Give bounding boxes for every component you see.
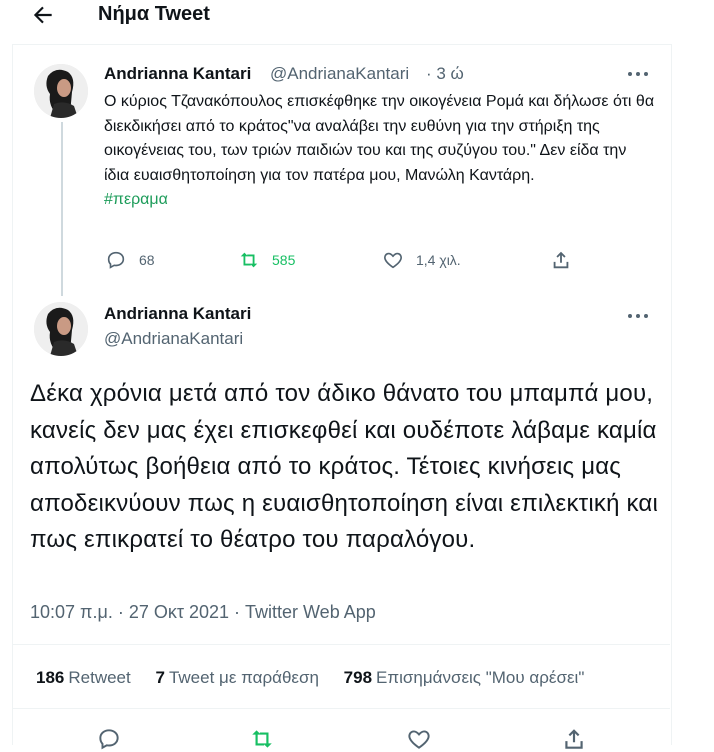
retweet-count: 585 (272, 252, 296, 268)
tweet-timestamp[interactable]: 10:07 π.μ. · 27 Οκτ 2021 · Twitter Web A… (30, 602, 376, 623)
author-name[interactable]: Andrianna Kantari (104, 64, 251, 84)
reply-count: 68 (139, 252, 155, 268)
quotes-count: 7 (155, 668, 165, 687)
divider (12, 644, 670, 645)
more-icon[interactable] (628, 312, 652, 320)
author-name[interactable]: Andrianna Kantari (104, 304, 251, 324)
likes-stat[interactable]: 798 Επισημάνσεις "Μου αρέσει" (344, 668, 585, 688)
page-title: Νήμα Tweet (98, 3, 210, 25)
like-icon[interactable] (406, 726, 432, 752)
quotes-stat[interactable]: 7 Tweet με παράθεση (155, 668, 318, 688)
like-count: 1,4 χιλ. (416, 252, 461, 268)
author-handle[interactable]: @AndrianaKantari (270, 64, 409, 84)
retweets-count: 186 (36, 668, 65, 687)
retweet-icon (240, 252, 258, 268)
share-button[interactable] (550, 249, 572, 271)
hashtag-link[interactable]: #περαμα (104, 188, 656, 213)
back-arrow-icon[interactable] (30, 2, 56, 28)
reply-icon[interactable] (96, 726, 122, 752)
share-icon[interactable] (561, 726, 587, 752)
more-icon[interactable] (628, 70, 652, 78)
quotes-label: Tweet με παράθεση (168, 668, 319, 687)
likes-count: 798 (343, 668, 373, 687)
avatar-photo (34, 64, 88, 118)
retweets-label: Retweet (68, 668, 131, 687)
like-button[interactable]: 1,4 χιλ. (382, 249, 461, 271)
author-handle[interactable]: @AndrianaKantari (104, 329, 243, 349)
like-icon (384, 252, 402, 269)
reply-icon (107, 251, 125, 269)
avatar[interactable] (34, 302, 88, 356)
top-bar: Νήμα Tweet (0, 0, 714, 32)
reply-button[interactable]: 68 (105, 249, 155, 271)
share-icon (553, 251, 569, 269)
tweet-stats: 186 Retweet 7 Tweet με παράθεση 798 Επισημά… (36, 668, 604, 688)
retweet-button[interactable]: 585 (238, 249, 295, 271)
thread-connector-line (61, 122, 63, 296)
divider (12, 708, 670, 709)
quoted-tweet-text: Ο κύριος Τζανακόπουλος επισκέφθηκε την ο… (104, 90, 656, 213)
avatar-photo (34, 302, 88, 356)
likes-label: Επισημάνσεις "Μου αρέσει" (376, 668, 585, 687)
main-tweet-text: Δέκα χρόνια μετά από τον άδικο θάνατο το… (30, 380, 659, 553)
avatar[interactable] (34, 64, 88, 118)
tweet-body: Ο κύριος Τζανακόπουλος επισκέφθηκε την ο… (104, 93, 655, 184)
tweet-time[interactable]: · 3 ώ (426, 64, 464, 84)
retweet-icon[interactable] (249, 726, 275, 752)
retweets-stat[interactable]: 186 Retweet (36, 668, 131, 688)
